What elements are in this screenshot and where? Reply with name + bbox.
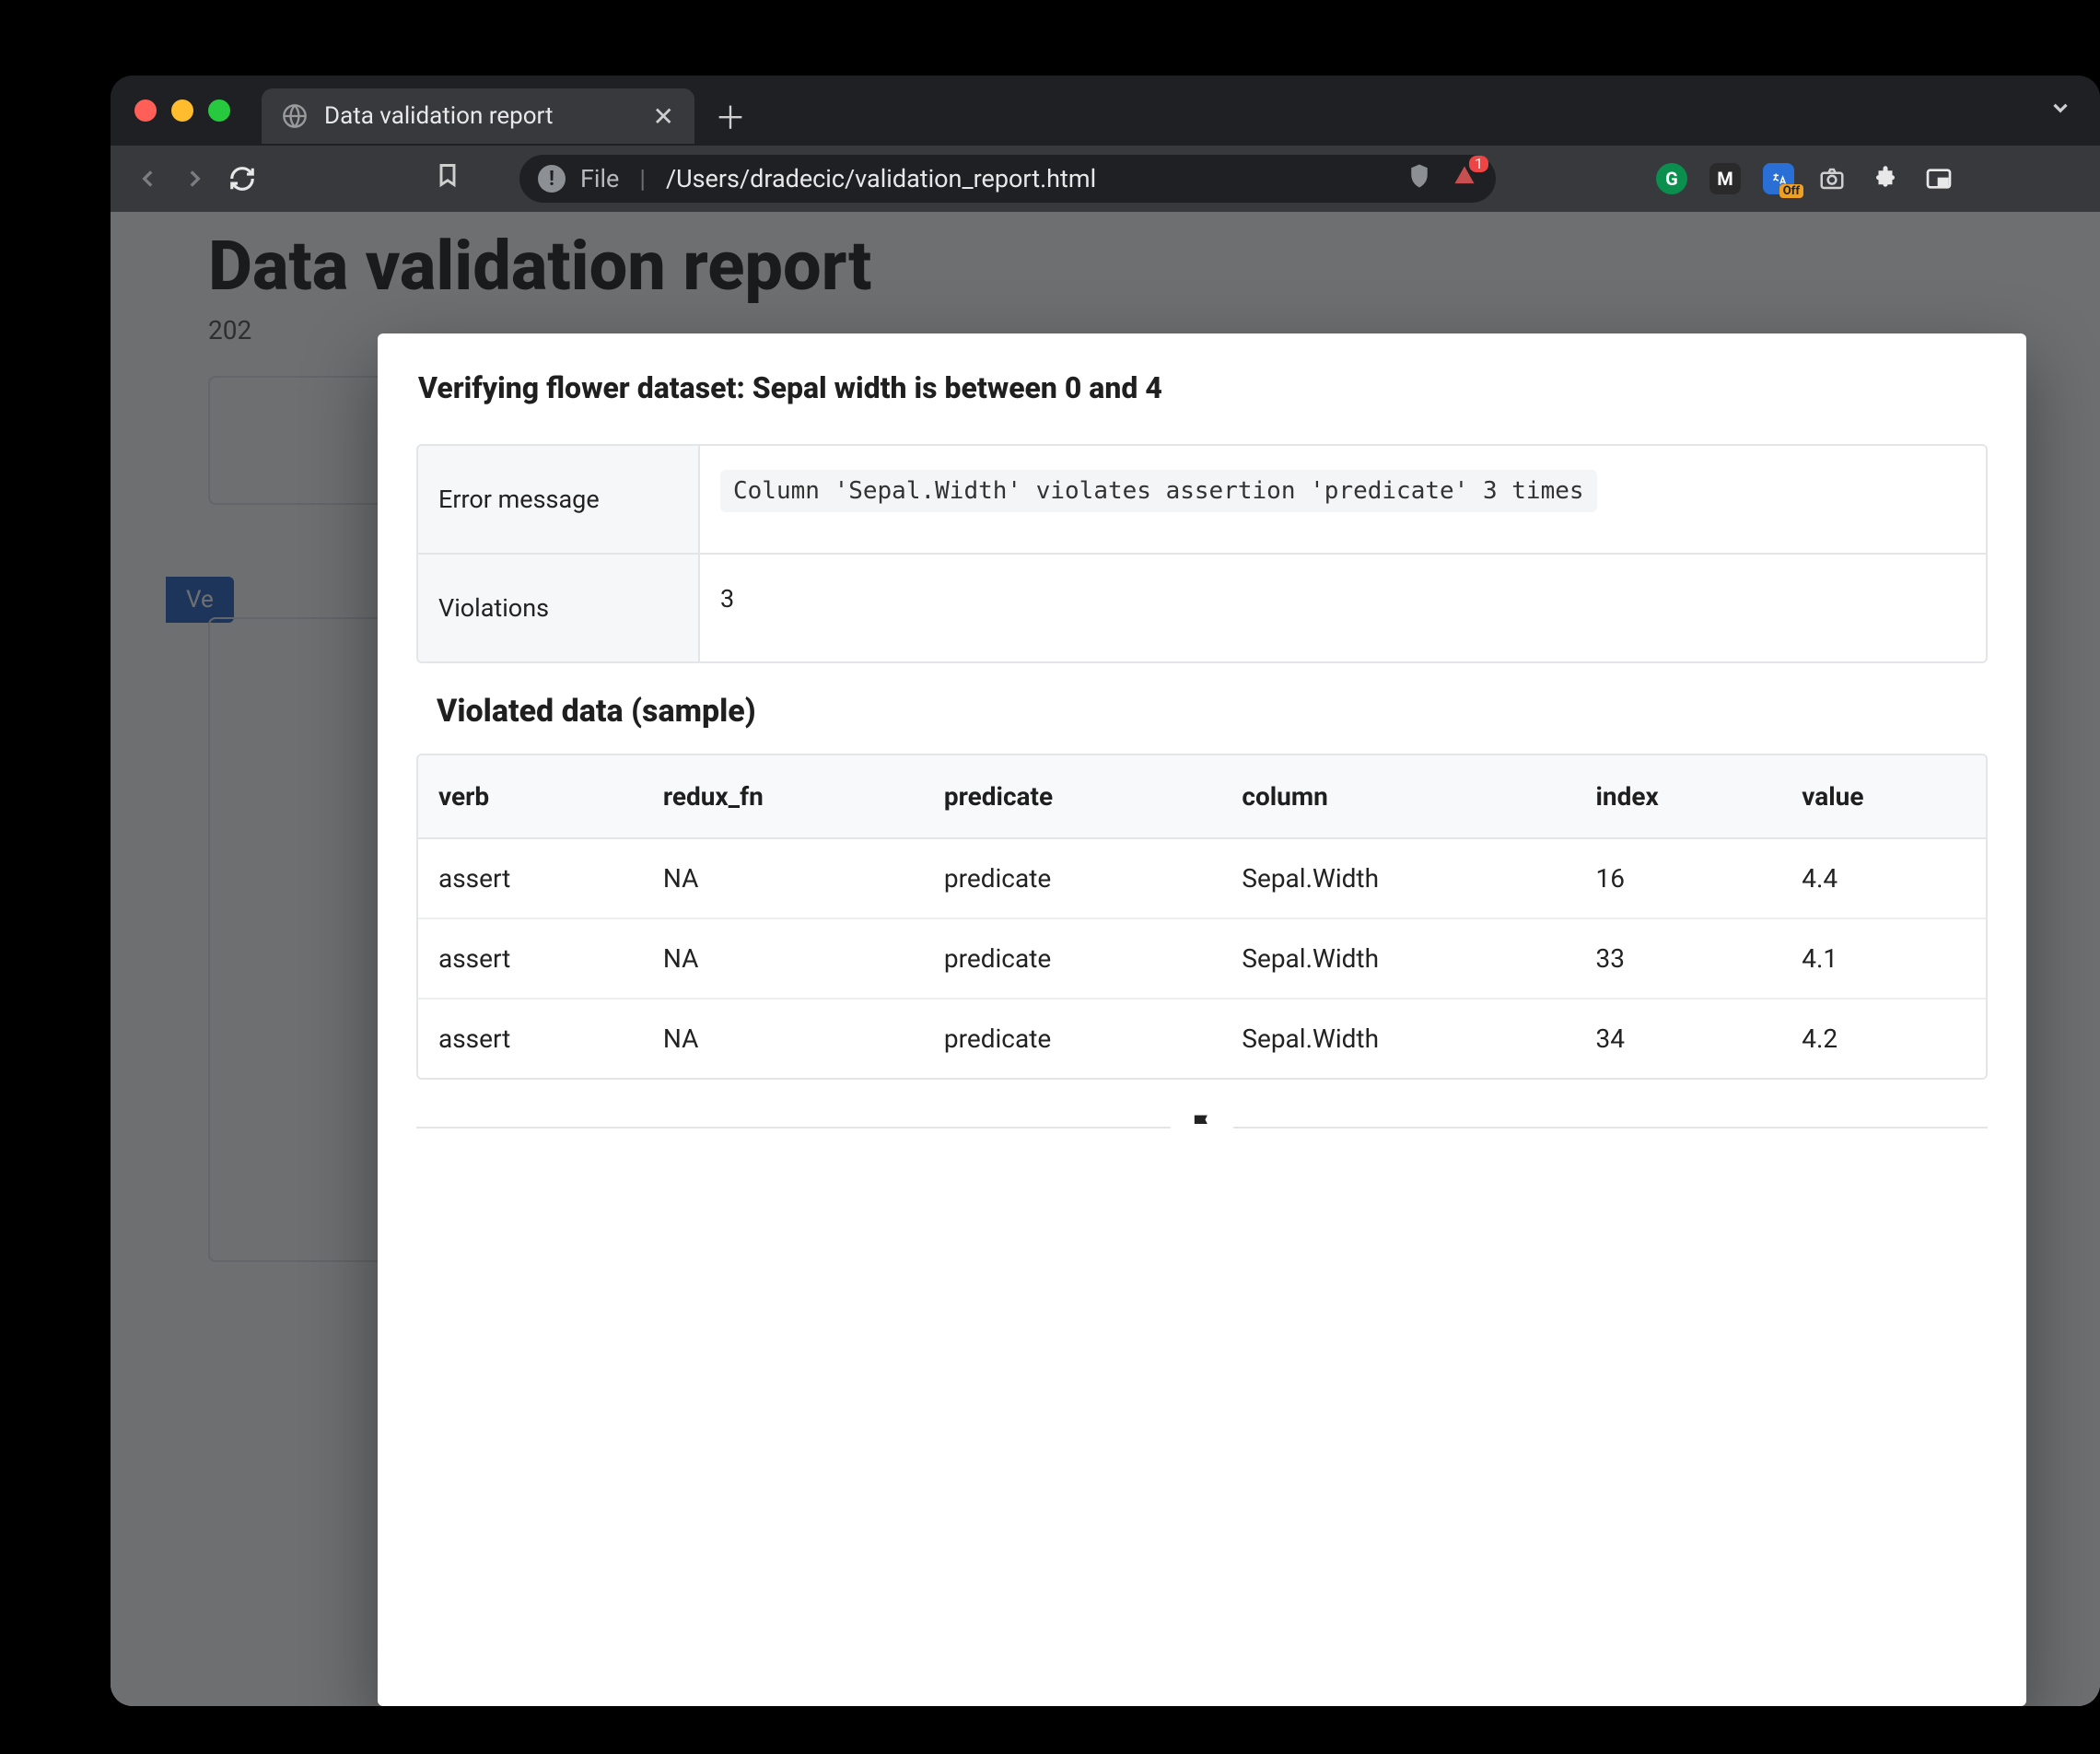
extensions-button[interactable] [1870,163,1901,194]
cell-value: 4.2 [1781,1000,1986,1078]
globe-icon [282,103,308,129]
cell-predicate: predicate [924,919,1221,1000]
error-summary-table: Error message Column 'Sepal.Width' viola… [416,444,1988,663]
cell-index: 16 [1575,839,1781,919]
cell-redux-fn: NA [643,919,924,1000]
violated-data-heading: Violated data (sample) [437,693,1988,730]
table-row: assert NA predicate Sepal.Width 16 4.4 [418,839,1986,919]
cell-verb: assert [418,1000,643,1078]
cell-index: 34 [1575,1000,1781,1078]
col-column: column [1221,755,1575,839]
tab-bar: Data validation report ✕ ＋ [111,76,2100,146]
cell-predicate: predicate [924,839,1221,919]
violations-row: Violations 3 [418,553,1986,661]
translate-off-badge: Off [1779,184,1803,198]
cell-column: Sepal.Width [1221,1000,1575,1078]
table-row: assert NA predicate Sepal.Width 33 4.1 [418,919,1986,1000]
medium-extension-icon[interactable]: M [1709,163,1741,194]
cell-value: 4.1 [1781,919,1986,1000]
address-bar: ! File | /Users/dradecic/validation_repo… [111,146,2100,212]
browser-tab[interactable]: Data validation report ✕ [262,88,694,144]
tab-title: Data validation report [324,102,554,130]
back-button[interactable] [136,167,160,191]
cell-value: 4.4 [1781,839,1986,919]
table-row: assert NA predicate Sepal.Width 34 4.2 [418,1000,1986,1078]
browser-window: Data validation report ✕ ＋ ! File | /Use… [111,76,2100,1706]
translate-extension-icon[interactable]: Off [1763,163,1794,194]
error-message-code: Column 'Sepal.Width' violates assertion … [720,470,1597,512]
screenshot-extension-icon[interactable] [1816,163,1848,194]
maximise-window-button[interactable] [208,99,230,122]
flag-icon [1189,1111,1215,1144]
new-tab-button[interactable]: ＋ [715,93,746,138]
tab-overflow-button[interactable] [2048,96,2072,126]
validation-modal: Verifying flower dataset: Sepal width is… [378,333,2026,1706]
close-window-button[interactable] [134,99,157,122]
end-of-report-divider [416,1111,1988,1144]
minimise-window-button[interactable] [171,99,193,122]
grammarly-extension-icon[interactable]: G [1656,163,1687,194]
col-predicate: predicate [924,755,1221,839]
window-controls [134,99,230,122]
error-message-value: Column 'Sepal.Width' violates assertion … [700,446,1986,553]
cell-index: 33 [1575,919,1781,1000]
url-bar[interactable]: ! File | /Users/dradecic/validation_repo… [519,155,1496,203]
rewards-badge-count: 1 [1469,156,1488,172]
bookmark-button[interactable] [435,162,461,195]
violated-data-table: verb redux_fn predicate column index val… [416,754,1988,1080]
cell-verb: assert [418,919,643,1000]
error-message-label: Error message [418,446,700,553]
col-value: value [1781,755,1986,839]
close-tab-button[interactable]: ✕ [653,101,674,132]
cell-predicate: predicate [924,1000,1221,1078]
cell-redux-fn: NA [643,839,924,919]
cell-redux-fn: NA [643,1000,924,1078]
col-verb: verb [418,755,643,839]
url-scheme: File [580,164,619,193]
forward-button[interactable] [182,167,206,191]
error-message-row: Error message Column 'Sepal.Width' viola… [418,446,1986,553]
table-header-row: verb redux_fn predicate column index val… [418,755,1986,839]
modal-title: Verifying flower dataset: Sepal width is… [418,370,1988,405]
violations-label: Violations [418,555,700,661]
cell-column: Sepal.Width [1221,919,1575,1000]
cell-column: Sepal.Width [1221,839,1575,919]
cell-verb: assert [418,839,643,919]
url-separator: | [634,164,651,193]
reload-button[interactable] [228,165,256,193]
extension-icons: G M Off [1656,163,2004,194]
browser-menu-button[interactable] [1977,163,2004,194]
site-info-icon[interactable]: ! [538,165,566,193]
url-path: /Users/dradecic/validation_report.html [666,164,1096,193]
col-redux-fn: redux_fn [643,755,924,839]
col-index: index [1575,755,1781,839]
pip-button[interactable] [1923,163,1954,194]
violations-value: 3 [700,555,1986,661]
brave-rewards-icon[interactable]: 1 [1452,163,1477,195]
brave-shields-icon[interactable] [1406,162,1433,196]
